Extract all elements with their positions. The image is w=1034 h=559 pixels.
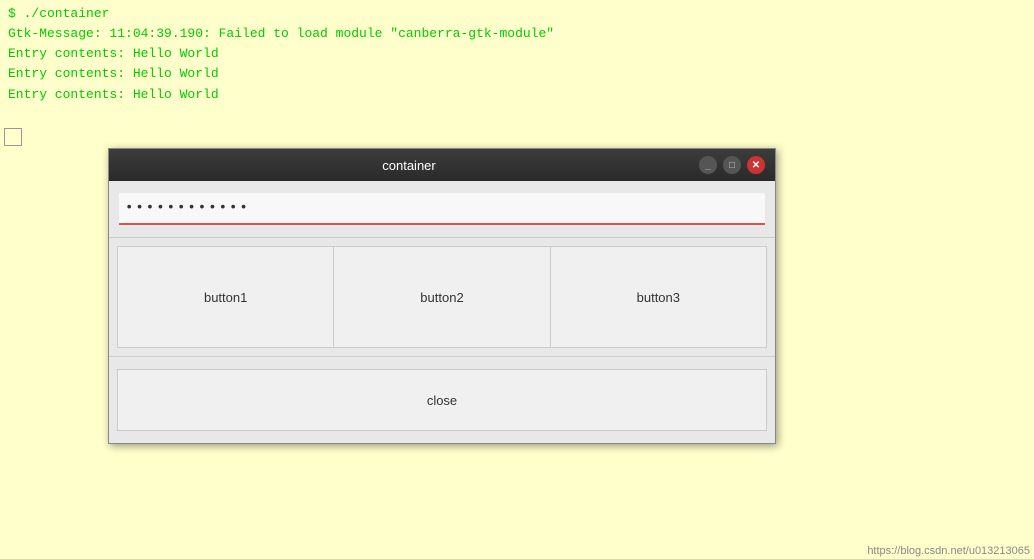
terminal-output: $ ./container Gtk-Message: 11:04:39.190:… xyxy=(0,0,1034,109)
terminal-line-out3: Entry contents: Hello World xyxy=(8,85,1026,105)
buttons-section: button1 button2 button3 xyxy=(109,238,775,357)
maximize-button[interactable]: □ xyxy=(723,156,741,174)
terminal-line-out2: Entry contents: Hello World xyxy=(8,64,1026,84)
button1[interactable]: button1 xyxy=(118,247,334,347)
terminal-line-error: Gtk-Message: 11:04:39.190: Failed to loa… xyxy=(8,24,1026,44)
entry-section xyxy=(109,181,775,238)
close-button[interactable]: close xyxy=(118,370,766,430)
window-content: button1 button2 button3 close xyxy=(109,181,775,443)
terminal-cursor-box xyxy=(4,128,22,146)
titlebar-right-controls: _ □ ✕ xyxy=(699,156,765,174)
terminal-line-out1: Entry contents: Hello World xyxy=(8,44,1026,64)
button2[interactable]: button2 xyxy=(334,247,550,347)
terminal-line-cmd: $ ./container xyxy=(8,4,1026,24)
titlebar: container _ □ ✕ xyxy=(109,149,775,181)
buttons-row: button1 button2 button3 xyxy=(117,246,767,348)
gtk-window: container _ □ ✕ button1 button2 button3 … xyxy=(108,148,776,444)
minimize-button[interactable]: _ xyxy=(699,156,717,174)
close-section: close xyxy=(109,357,775,443)
password-entry[interactable] xyxy=(119,193,765,225)
window-title: container xyxy=(119,158,699,173)
close-window-button[interactable]: ✕ xyxy=(747,156,765,174)
button3[interactable]: button3 xyxy=(551,247,766,347)
close-row: close xyxy=(117,369,767,431)
watermark: https://blog.csdn.net/u013213065 xyxy=(867,545,1030,557)
